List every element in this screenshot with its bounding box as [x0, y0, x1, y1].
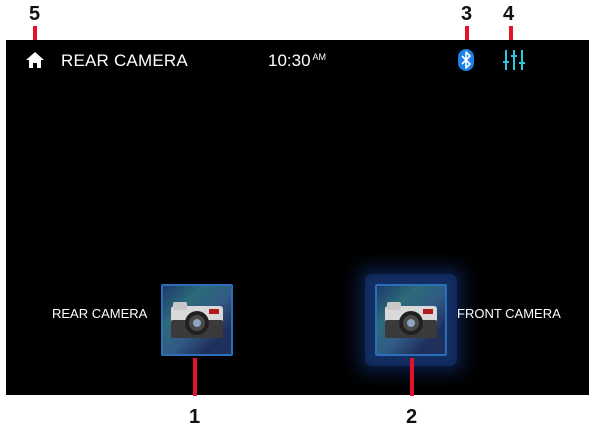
rear-camera-button[interactable] [161, 284, 233, 356]
page-title: REAR CAMERA [61, 51, 188, 70]
home-icon[interactable] [26, 52, 44, 68]
bluetooth-icon[interactable] [458, 49, 474, 71]
equalizer-settings-icon[interactable] [502, 49, 526, 71]
clock-ampm: AM [312, 52, 327, 62]
callout-2: 2 [406, 406, 418, 428]
callout-1: 1 [189, 406, 201, 428]
front-camera-label: FRONT CAMERA [457, 306, 561, 321]
head-unit-screen [6, 40, 589, 395]
callout-1-line [193, 358, 197, 396]
camera-icon [171, 302, 223, 338]
callout-4: 4 [503, 3, 515, 25]
rear-camera-label: REAR CAMERA [52, 306, 148, 321]
clock-time: 10:30 [268, 51, 311, 70]
callout-2-line [410, 358, 414, 396]
clock: 10:30 AM [268, 51, 326, 71]
front-camera-button[interactable] [375, 284, 447, 356]
callout-5: 5 [29, 3, 41, 25]
callout-3: 3 [461, 3, 473, 25]
camera-icon [385, 302, 437, 338]
